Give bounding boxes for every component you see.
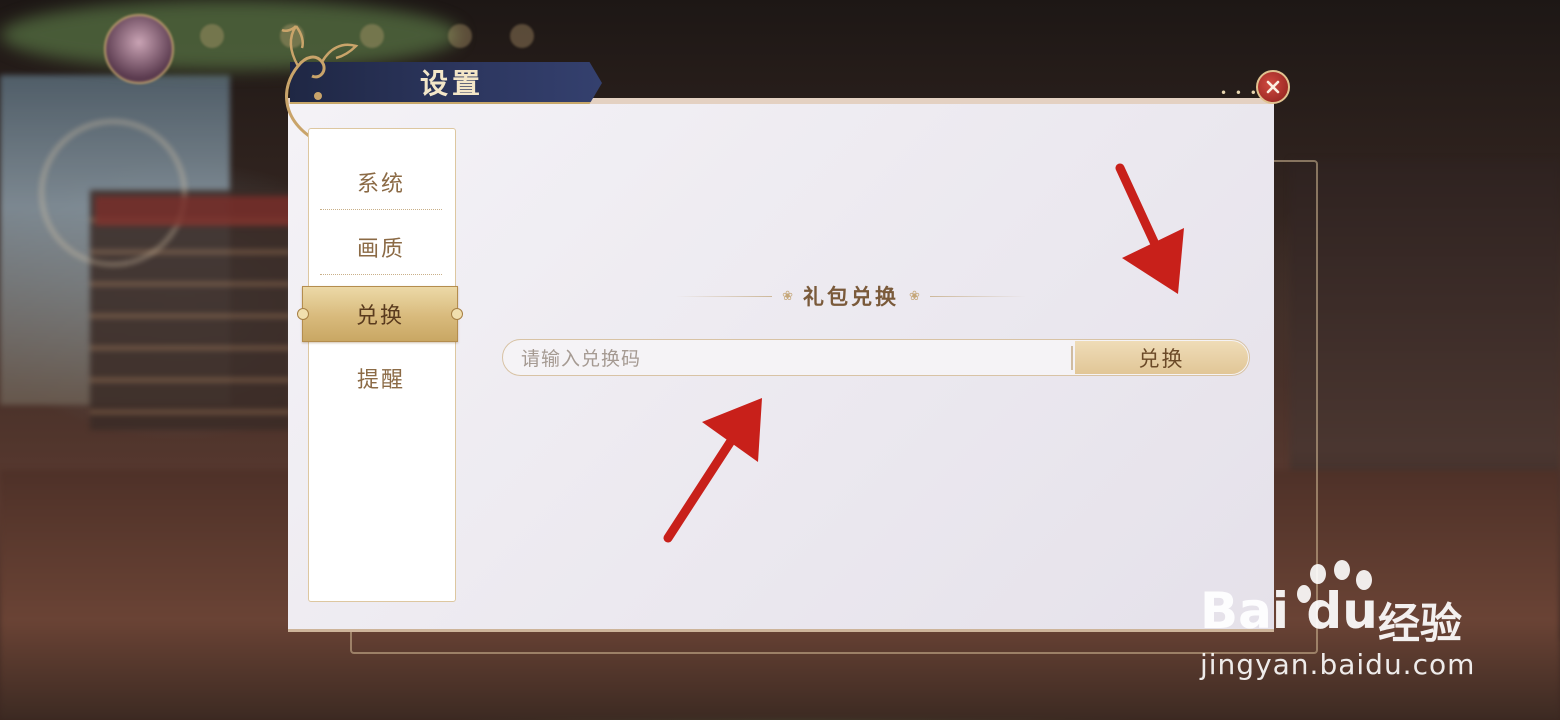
background-round-window [40,120,186,266]
tab-knob-right [451,308,463,320]
input-divider [1071,346,1073,370]
player-avatar [104,14,174,84]
section-heading-text: 礼包兑换 [803,284,899,309]
tab-system[interactable]: 系统 [320,150,442,214]
watermark-brand: Bai du [1200,582,1378,640]
redeem-button[interactable]: 兑换 [1075,341,1248,374]
deer-antler-ornament [281,25,359,140]
redeem-code-input[interactable] [519,340,1071,375]
tab-divider [320,274,442,275]
leaf-ornament-icon: ❀ [909,288,920,304]
leaf-ornament-icon: ❀ [782,288,793,304]
tab-redeem-label: 兑换 [355,304,404,329]
tab-graphics[interactable]: 画质 [320,215,442,279]
background-banner [95,196,295,226]
tab-reminder[interactable]: 提醒 [320,346,442,410]
close-button[interactable] [1256,70,1290,104]
tab-redeem[interactable]: 兑换 [297,286,463,342]
panel-title: 设置 [420,67,485,100]
heading-line-right [929,295,1026,297]
section-heading: ❀ 礼包兑换 ❀ [676,278,1026,314]
heading-line-left [676,295,773,297]
hud-item-icon [510,24,534,48]
hud-item-icon [448,24,472,48]
watermark-url: jingyan.baidu.com [1200,648,1476,681]
tab-divider [320,209,442,210]
hud-currency-icon [200,24,224,48]
close-icon [1266,80,1280,94]
watermark-brand-suffix: 经验 [1378,599,1463,648]
tab-knob-left [297,308,309,320]
